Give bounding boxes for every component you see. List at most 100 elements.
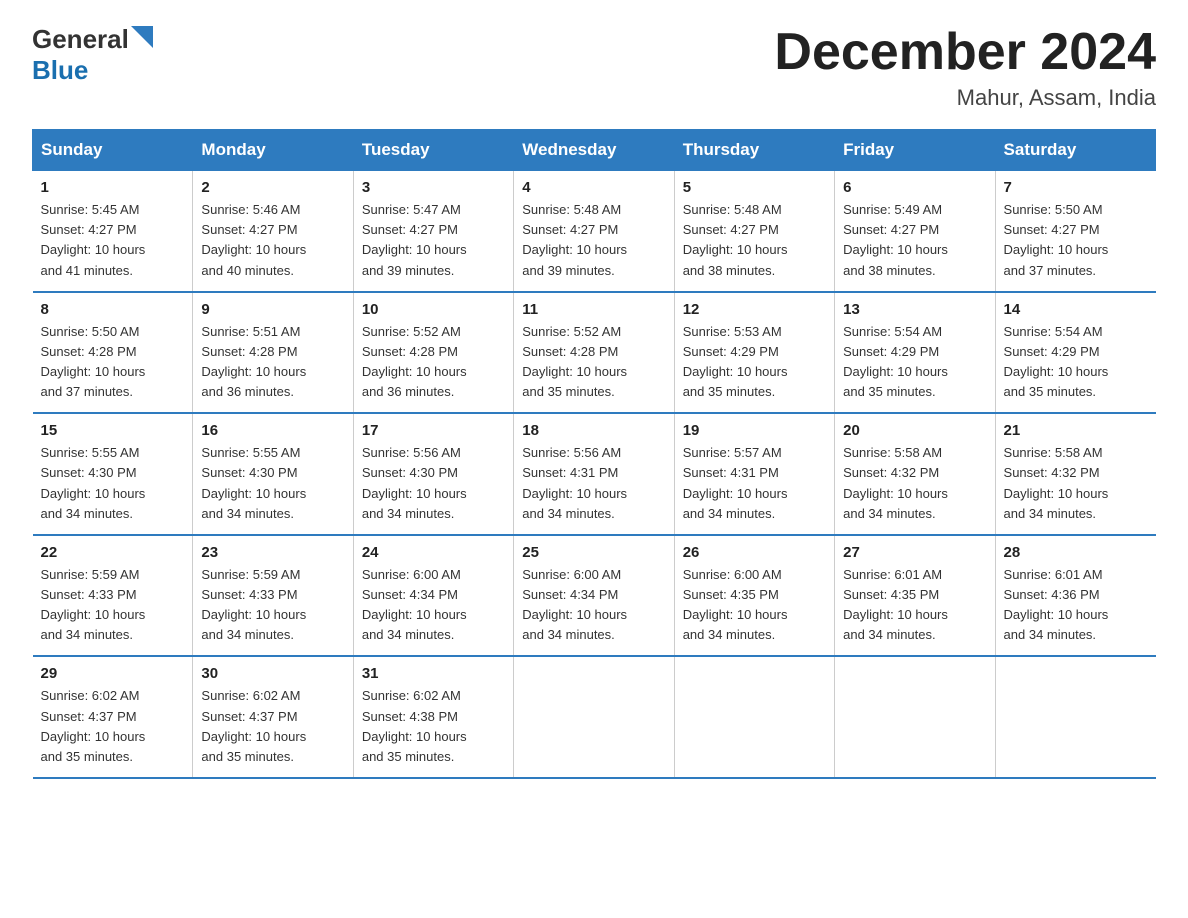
location-title: Mahur, Assam, India <box>774 85 1156 111</box>
logo-triangle-icon <box>131 26 153 48</box>
week-row-3: 15 Sunrise: 5:55 AM Sunset: 4:30 PM Dayli… <box>33 413 1156 535</box>
day-info: Sunrise: 5:54 AM Sunset: 4:29 PM Dayligh… <box>1004 322 1148 403</box>
day-info: Sunrise: 5:48 AM Sunset: 4:27 PM Dayligh… <box>683 200 826 281</box>
day-cell: 23 Sunrise: 5:59 AM Sunset: 4:33 PM Dayli… <box>193 535 353 657</box>
calendar-header: SundayMondayTuesdayWednesdayThursdayFrid… <box>33 130 1156 171</box>
day-cell: 1 Sunrise: 5:45 AM Sunset: 4:27 PM Daylig… <box>33 171 193 292</box>
day-info: Sunrise: 6:02 AM Sunset: 4:37 PM Dayligh… <box>41 686 185 767</box>
day-info: Sunrise: 5:56 AM Sunset: 4:30 PM Dayligh… <box>362 443 505 524</box>
header-cell-thursday: Thursday <box>674 130 834 171</box>
day-number: 10 <box>362 301 505 318</box>
day-number: 20 <box>843 422 986 439</box>
calendar-table: SundayMondayTuesdayWednesdayThursdayFrid… <box>32 129 1156 779</box>
day-cell <box>514 656 674 778</box>
day-info: Sunrise: 5:58 AM Sunset: 4:32 PM Dayligh… <box>1004 443 1148 524</box>
day-info: Sunrise: 5:52 AM Sunset: 4:28 PM Dayligh… <box>522 322 665 403</box>
logo: General Blue <box>32 24 153 86</box>
week-row-1: 1 Sunrise: 5:45 AM Sunset: 4:27 PM Daylig… <box>33 171 1156 292</box>
day-number: 5 <box>683 179 826 196</box>
day-number: 31 <box>362 665 505 682</box>
day-cell: 11 Sunrise: 5:52 AM Sunset: 4:28 PM Dayli… <box>514 292 674 414</box>
day-cell: 9Sunrise: 5:51 AM Sunset: 4:28 PM Daylig… <box>193 292 353 414</box>
header-cell-monday: Monday <box>193 130 353 171</box>
day-info: Sunrise: 5:53 AM Sunset: 4:29 PM Dayligh… <box>683 322 826 403</box>
day-number: 25 <box>522 544 665 561</box>
day-info: Sunrise: 6:00 AM Sunset: 4:34 PM Dayligh… <box>362 565 505 646</box>
day-cell: 12 Sunrise: 5:53 AM Sunset: 4:29 PM Dayli… <box>674 292 834 414</box>
day-info: Sunrise: 5:55 AM Sunset: 4:30 PM Dayligh… <box>41 443 185 524</box>
week-row-4: 22Sunrise: 5:59 AM Sunset: 4:33 PM Dayli… <box>33 535 1156 657</box>
day-cell: 7 Sunrise: 5:50 AM Sunset: 4:27 PM Daylig… <box>995 171 1155 292</box>
title-area: December 2024 Mahur, Assam, India <box>774 24 1156 111</box>
day-cell: 19 Sunrise: 5:57 AM Sunset: 4:31 PM Dayli… <box>674 413 834 535</box>
day-info: Sunrise: 5:45 AM Sunset: 4:27 PM Dayligh… <box>41 200 185 281</box>
day-number: 18 <box>522 422 665 439</box>
logo-general-text: General <box>32 24 129 55</box>
day-cell <box>835 656 995 778</box>
day-cell: 20Sunrise: 5:58 AM Sunset: 4:32 PM Dayli… <box>835 413 995 535</box>
day-cell: 16 Sunrise: 5:55 AM Sunset: 4:30 PM Dayli… <box>193 413 353 535</box>
header: General Blue December 2024 Mahur, Assam,… <box>32 24 1156 111</box>
header-cell-saturday: Saturday <box>995 130 1155 171</box>
day-cell <box>995 656 1155 778</box>
day-cell: 6 Sunrise: 5:49 AM Sunset: 4:27 PM Daylig… <box>835 171 995 292</box>
day-info: Sunrise: 5:50 AM Sunset: 4:27 PM Dayligh… <box>1004 200 1148 281</box>
day-number: 11 <box>522 301 665 318</box>
day-cell: 13 Sunrise: 5:54 AM Sunset: 4:29 PM Dayli… <box>835 292 995 414</box>
day-info: Sunrise: 6:02 AM Sunset: 4:38 PM Dayligh… <box>362 686 505 767</box>
day-info: Sunrise: 5:50 AM Sunset: 4:28 PM Dayligh… <box>41 322 185 403</box>
day-number: 15 <box>41 422 185 439</box>
day-cell: 14Sunrise: 5:54 AM Sunset: 4:29 PM Dayli… <box>995 292 1155 414</box>
day-number: 16 <box>201 422 344 439</box>
day-number: 28 <box>1004 544 1148 561</box>
header-cell-sunday: Sunday <box>33 130 193 171</box>
day-number: 21 <box>1004 422 1148 439</box>
day-cell: 18 Sunrise: 5:56 AM Sunset: 4:31 PM Dayli… <box>514 413 674 535</box>
day-cell <box>674 656 834 778</box>
logo-blue-text: Blue <box>32 55 88 85</box>
day-info: Sunrise: 5:49 AM Sunset: 4:27 PM Dayligh… <box>843 200 986 281</box>
day-info: Sunrise: 6:00 AM Sunset: 4:34 PM Dayligh… <box>522 565 665 646</box>
day-number: 24 <box>362 544 505 561</box>
day-cell: 29 Sunrise: 6:02 AM Sunset: 4:37 PM Dayli… <box>33 656 193 778</box>
month-title: December 2024 <box>774 24 1156 81</box>
day-info: Sunrise: 5:48 AM Sunset: 4:27 PM Dayligh… <box>522 200 665 281</box>
day-info: Sunrise: 6:01 AM Sunset: 4:36 PM Dayligh… <box>1004 565 1148 646</box>
day-cell: 10 Sunrise: 5:52 AM Sunset: 4:28 PM Dayli… <box>353 292 513 414</box>
day-number: 26 <box>683 544 826 561</box>
header-cell-friday: Friday <box>835 130 995 171</box>
week-row-5: 29 Sunrise: 6:02 AM Sunset: 4:37 PM Dayli… <box>33 656 1156 778</box>
day-cell: 5 Sunrise: 5:48 AM Sunset: 4:27 PM Daylig… <box>674 171 834 292</box>
header-cell-tuesday: Tuesday <box>353 130 513 171</box>
day-number: 1 <box>41 179 185 196</box>
day-cell: 26Sunrise: 6:00 AM Sunset: 4:35 PM Dayli… <box>674 535 834 657</box>
day-number: 27 <box>843 544 986 561</box>
day-number: 19 <box>683 422 826 439</box>
day-cell: 25 Sunrise: 6:00 AM Sunset: 4:34 PM Dayli… <box>514 535 674 657</box>
day-info: Sunrise: 5:47 AM Sunset: 4:27 PM Dayligh… <box>362 200 505 281</box>
day-number: 9 <box>201 301 344 318</box>
day-number: 6 <box>843 179 986 196</box>
day-number: 23 <box>201 544 344 561</box>
day-info: Sunrise: 5:55 AM Sunset: 4:30 PM Dayligh… <box>201 443 344 524</box>
day-cell: 17 Sunrise: 5:56 AM Sunset: 4:30 PM Dayli… <box>353 413 513 535</box>
day-number: 7 <box>1004 179 1148 196</box>
day-info: Sunrise: 5:57 AM Sunset: 4:31 PM Dayligh… <box>683 443 826 524</box>
day-info: Sunrise: 5:52 AM Sunset: 4:28 PM Dayligh… <box>362 322 505 403</box>
day-info: Sunrise: 5:54 AM Sunset: 4:29 PM Dayligh… <box>843 322 986 403</box>
day-number: 3 <box>362 179 505 196</box>
day-number: 13 <box>843 301 986 318</box>
day-cell: 8Sunrise: 5:50 AM Sunset: 4:28 PM Daylig… <box>33 292 193 414</box>
day-info: Sunrise: 5:56 AM Sunset: 4:31 PM Dayligh… <box>522 443 665 524</box>
day-number: 17 <box>362 422 505 439</box>
day-cell: 28 Sunrise: 6:01 AM Sunset: 4:36 PM Dayli… <box>995 535 1155 657</box>
day-cell: 30Sunrise: 6:02 AM Sunset: 4:37 PM Dayli… <box>193 656 353 778</box>
day-number: 12 <box>683 301 826 318</box>
day-number: 29 <box>41 665 185 682</box>
day-cell: 4Sunrise: 5:48 AM Sunset: 4:27 PM Daylig… <box>514 171 674 292</box>
header-row: SundayMondayTuesdayWednesdayThursdayFrid… <box>33 130 1156 171</box>
day-info: Sunrise: 6:01 AM Sunset: 4:35 PM Dayligh… <box>843 565 986 646</box>
day-info: Sunrise: 5:59 AM Sunset: 4:33 PM Dayligh… <box>201 565 344 646</box>
day-cell: 2Sunrise: 5:46 AM Sunset: 4:27 PM Daylig… <box>193 171 353 292</box>
day-cell: 21 Sunrise: 5:58 AM Sunset: 4:32 PM Dayli… <box>995 413 1155 535</box>
